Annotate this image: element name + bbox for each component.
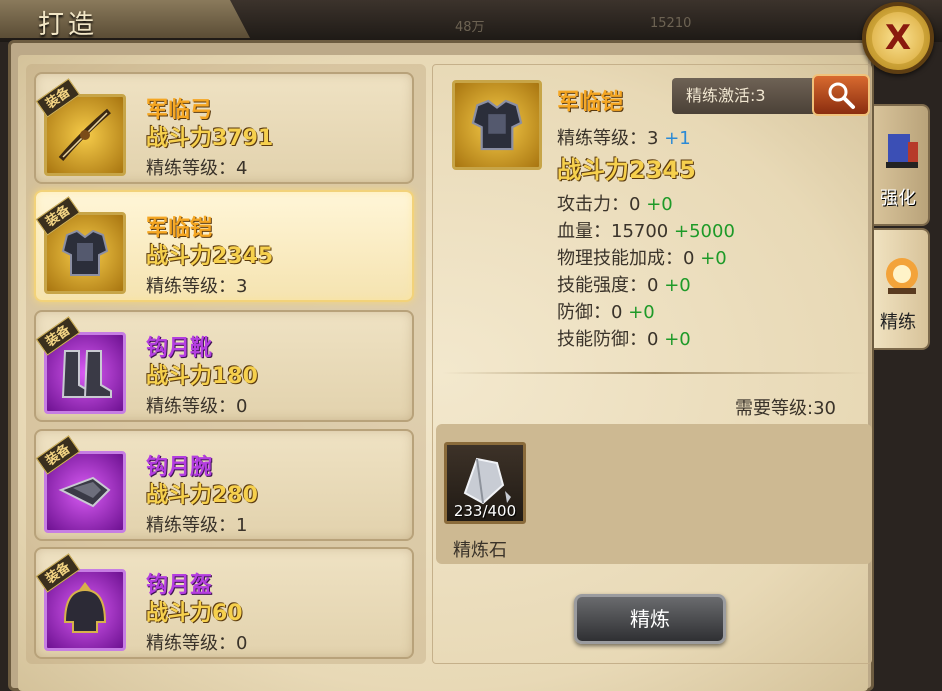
stat-hp: 血量：15700 +5000 <box>557 221 735 242</box>
equipment-item-helmet[interactable]: 装备 钩月盔 战斗力60 精练等级：0 <box>34 547 414 659</box>
divider <box>442 372 867 374</box>
detail-refine-level: 精练等级：3 +1 <box>557 128 691 149</box>
refine-button[interactable]: 精炼 <box>574 594 726 644</box>
item-power: 战斗力60 <box>146 601 243 626</box>
close-button[interactable]: X <box>862 2 934 74</box>
equipment-item-boots[interactable]: 装备 钩月靴 战斗力180 精练等级：0 <box>34 310 414 422</box>
background-currency-2: 15210 <box>650 16 692 31</box>
equipment-item-armor[interactable]: 装备 军临铠 战斗力2345 精练等级：3 <box>34 190 414 302</box>
required-level: 需要等级:30 <box>735 398 836 419</box>
item-refine-level: 精练等级：0 <box>146 633 248 654</box>
close-icon: X <box>872 12 924 64</box>
tab-enhance[interactable]: 强化 <box>874 104 930 226</box>
furnace-icon <box>886 258 918 294</box>
stat-skill-defense: 技能防御：0 +0 <box>557 329 691 350</box>
search-button[interactable] <box>812 74 870 116</box>
equipment-item-bracer[interactable]: 装备 钩月腕 战斗力280 精练等级：1 <box>34 429 414 541</box>
search-icon <box>828 82 855 109</box>
tab-label: 强化 <box>880 188 916 209</box>
item-power: 战斗力180 <box>146 364 258 389</box>
anvil-icon <box>886 134 918 168</box>
background-currency-1: 48万 <box>455 20 485 35</box>
item-power: 战斗力280 <box>146 483 258 508</box>
item-refine-level: 精练等级：3 <box>146 276 248 297</box>
item-refine-level: 精练等级：0 <box>146 396 248 417</box>
stat-physical-skill-bonus: 物理技能加成：0 +0 <box>557 248 727 269</box>
item-refine-level: 精练等级：4 <box>146 158 248 179</box>
stat-skill-strength: 技能强度：0 +0 <box>557 275 691 296</box>
item-power: 战斗力2345 <box>146 244 274 269</box>
stat-attack: 攻击力：0 +0 <box>557 194 673 215</box>
material-count: 233/400 <box>453 502 517 520</box>
item-power: 战斗力3791 <box>146 126 274 151</box>
detail-power: 战斗力2345 <box>557 156 696 184</box>
top-bar: 打造 48万 15210 <box>0 0 942 42</box>
stat-defense: 防御：0 +0 <box>557 302 655 323</box>
item-refine-level: 精练等级：1 <box>146 515 248 536</box>
page-title: 打造 <box>38 10 99 40</box>
detail-item-name: 军临铠 <box>557 90 624 115</box>
armor-icon <box>452 80 542 170</box>
tab-refine[interactable]: 精练 <box>874 228 930 350</box>
material-name: 精炼石 <box>453 540 507 561</box>
refine-activate-label: 精练激活:3 <box>672 78 824 114</box>
tab-label: 精练 <box>880 312 916 333</box>
equipment-item-bow[interactable]: 装备 军临弓 战斗力3791 精练等级：4 <box>34 72 414 184</box>
